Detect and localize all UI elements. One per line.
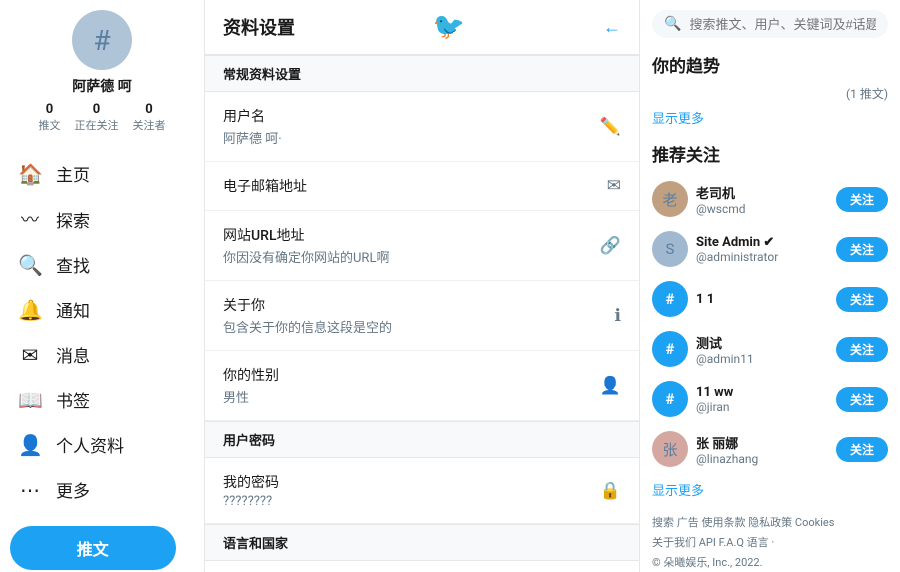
tweet-button[interactable]: 推文	[10, 526, 176, 570]
more-icon: ⋯	[18, 478, 42, 502]
search-box[interactable]: 🔍	[652, 10, 888, 38]
list-item: 张 张 丽娜 @linazhang 关注	[652, 424, 888, 474]
home-icon: 🏠	[18, 162, 42, 186]
sidebar-item-bookmarks[interactable]: 📖 书签	[10, 377, 194, 422]
list-item: # 1 1 关注	[652, 274, 888, 324]
sidebar: # 阿萨德 呵 0 推文 0 正在关注 0 关注者 🏠 主页 〰 探索	[0, 0, 205, 572]
section-header-password: 用户密码	[205, 421, 639, 458]
trends-title: 你的趋势	[652, 52, 888, 77]
follow-button[interactable]: 关注	[836, 287, 888, 312]
sidebar-item-find[interactable]: 🔍 查找	[10, 242, 194, 287]
search-input[interactable]	[689, 17, 876, 32]
stat-followers: 0 关注者	[133, 102, 166, 133]
list-item: 老 老司机 @wscmd 关注	[652, 174, 888, 224]
section-header-language: 语言和国家	[205, 524, 639, 561]
settings-row-gender: 你的性别 男性 👤	[205, 351, 639, 421]
avatar: #	[652, 381, 688, 417]
bell-icon: 🔔	[18, 298, 42, 322]
follow-button[interactable]: 关注	[836, 387, 888, 412]
trends-show-more[interactable]: 显示更多	[652, 108, 888, 127]
follow-button[interactable]: 关注	[836, 237, 888, 262]
person-icon: 👤	[18, 433, 42, 457]
stat-tweets: 0 推文	[39, 102, 61, 133]
main-content: 资料设置 🐦 ← 常规资料设置 用户名 阿萨德 呵· ✏️ 电子邮箱地址 ✉ 网…	[205, 0, 640, 572]
footer-links: 搜索 广告 使用条款 隐私政策 Cookies 关于我们 API F.A.Q 语…	[652, 513, 888, 572]
follow-button[interactable]: 关注	[836, 337, 888, 362]
list-item: S Site Admin ✔ @administrator 关注	[652, 224, 888, 274]
right-panel: 🔍 你的趋势 (1 推文) 显示更多 推荐关注 老 老司机 @wscmd 关注 …	[640, 0, 900, 572]
follow-show-more[interactable]: 显示更多	[652, 480, 888, 499]
mail-icon: ✉	[18, 343, 42, 367]
avatar: #	[652, 281, 688, 317]
settings-row-website: 网站URL地址 你因没有确定你网站的URL啊 🔗	[205, 211, 639, 281]
edit-gender-icon[interactable]: 👤	[600, 376, 621, 396]
settings-row-email: 电子邮箱地址 ✉	[205, 162, 639, 211]
profile-area: # 阿萨德 呵 0 推文 0 正在关注 0 关注者	[10, 10, 194, 143]
trends-section: 你的趋势 (1 推文) 显示更多	[652, 52, 888, 127]
follow-section: 推荐关注 老 老司机 @wscmd 关注 S Site Admin ✔ @adm…	[652, 141, 888, 499]
avatar: #	[652, 331, 688, 367]
sidebar-item-profile[interactable]: 👤 个人资料	[10, 422, 194, 467]
explore-icon: 〰	[18, 206, 42, 232]
settings-row-bio: 关于你 包含关于你的信息这段是空的 ℹ	[205, 281, 639, 351]
trends-count: (1 推文)	[652, 85, 888, 102]
main-header: 资料设置 🐦 ←	[205, 0, 639, 55]
list-item: # 测试 @admin11 关注	[652, 324, 888, 374]
avatar: S	[652, 231, 688, 267]
nav-list: 🏠 主页 〰 探索 🔍 查找 🔔 通知 ✉ 消息 📖 书签 👤 个人资料 ⋯	[10, 151, 194, 512]
sidebar-item-messages[interactable]: ✉ 消息	[10, 332, 194, 377]
back-icon[interactable]: ←	[603, 17, 621, 38]
twitter-logo-icon: 🐦	[433, 12, 465, 42]
follow-button[interactable]: 关注	[836, 437, 888, 462]
edit-password-icon[interactable]: 🔒	[600, 481, 621, 501]
avatar: #	[72, 10, 132, 70]
page-title: 资料设置	[223, 14, 295, 40]
follow-title: 推荐关注	[652, 141, 888, 166]
follow-button[interactable]: 关注	[836, 187, 888, 212]
avatar: 老	[652, 181, 688, 217]
edit-website-icon[interactable]: 🔗	[600, 236, 621, 256]
settings-row-username: 用户名 阿萨德 呵· ✏️	[205, 92, 639, 162]
search-icon: 🔍	[664, 16, 681, 32]
stats-row: 0 推文 0 正在关注 0 关注者	[39, 102, 166, 133]
settings-row-password: 我的密码 ???????? 🔒	[205, 458, 639, 524]
stat-following: 0 正在关注	[75, 102, 119, 133]
settings-row-language: 显示语言 简体中文 🌐	[205, 561, 639, 572]
sidebar-item-explore[interactable]: 〰 探索	[10, 196, 194, 242]
sidebar-item-more[interactable]: ⋯ 更多	[10, 467, 194, 512]
edit-username-icon[interactable]: ✏️	[600, 117, 621, 137]
list-item: # 11 ww @jiran 关注	[652, 374, 888, 424]
edit-email-icon[interactable]: ✉	[607, 176, 621, 196]
edit-bio-icon[interactable]: ℹ	[615, 306, 621, 326]
bookmark-icon: 📖	[18, 388, 42, 412]
find-icon: 🔍	[18, 253, 42, 277]
sidebar-item-notifications[interactable]: 🔔 通知	[10, 287, 194, 332]
sidebar-item-home[interactable]: 🏠 主页	[10, 151, 194, 196]
section-header-general: 常规资料设置	[205, 55, 639, 92]
avatar: 张	[652, 431, 688, 467]
username-display: 阿萨德 呵	[72, 76, 131, 96]
